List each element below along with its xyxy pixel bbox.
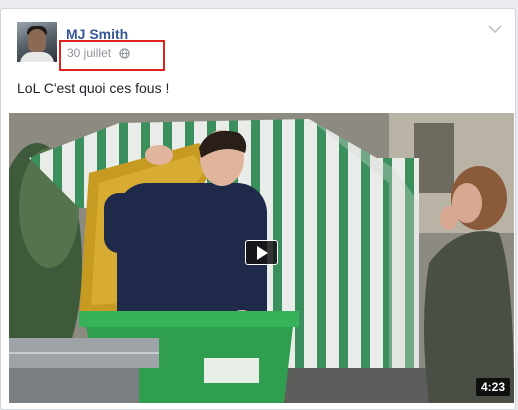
post-date[interactable]: 30 juillet (67, 46, 111, 60)
post-text: LoL C'est quoi ces fous ! (17, 80, 170, 96)
video-player[interactable]: 4:23 (9, 113, 514, 403)
video-duration: 4:23 (476, 378, 511, 396)
chevron-down-icon[interactable] (488, 24, 502, 34)
play-button[interactable] (245, 240, 278, 265)
globe-icon[interactable] (119, 48, 130, 59)
avatar[interactable] (17, 22, 57, 62)
post-card: MJ Smith 30 juillet LoL C'est quoi ces f… (0, 8, 516, 410)
play-icon (257, 246, 268, 260)
